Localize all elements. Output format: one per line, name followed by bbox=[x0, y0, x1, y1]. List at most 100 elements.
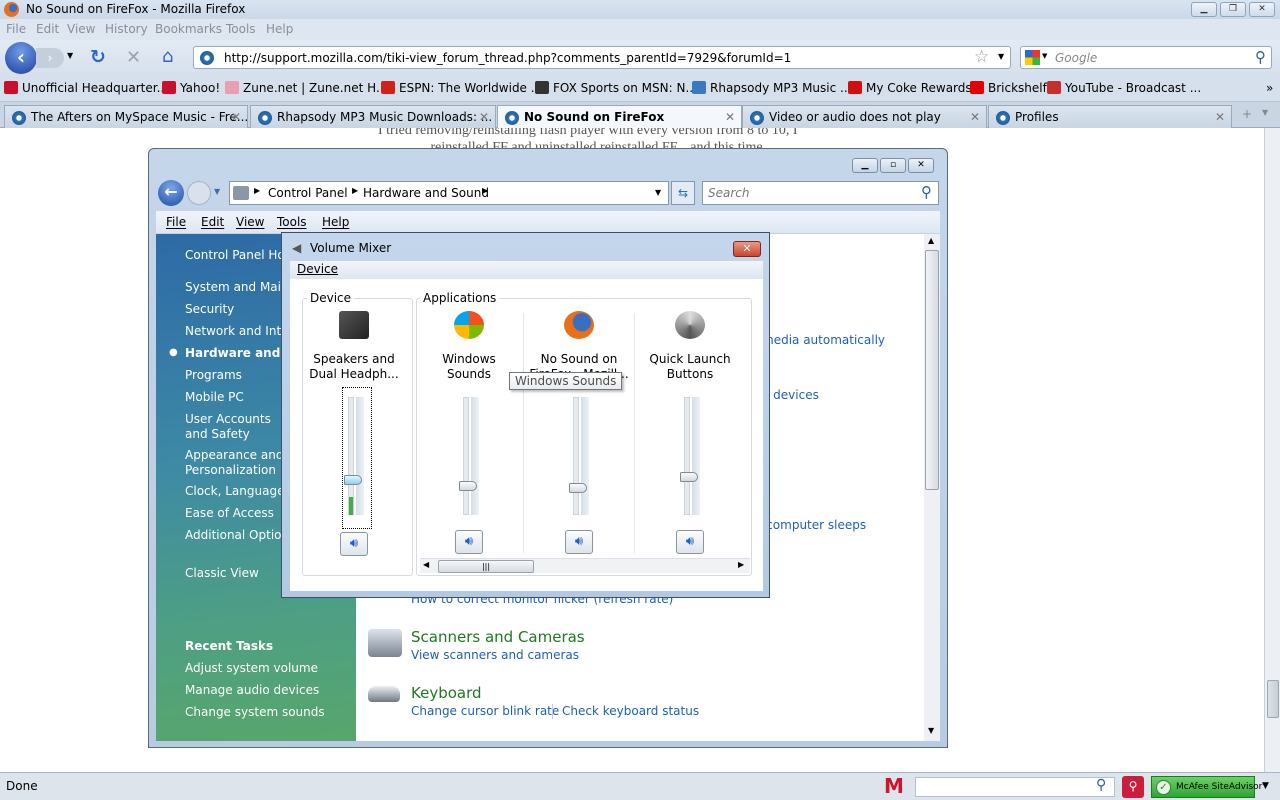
mcafee-siteadvisor-button[interactable]: ✓ McAfee SiteAdvisor bbox=[1151, 776, 1262, 798]
mixer-close-button[interactable]: ✕ bbox=[733, 241, 761, 257]
recent-task-link[interactable]: Manage audio devices bbox=[185, 683, 355, 698]
mcafee-search-button[interactable]: ⚲ bbox=[1122, 776, 1144, 798]
menu-help[interactable]: Help bbox=[266, 22, 293, 36]
restore-button[interactable]: ❐ bbox=[1220, 2, 1246, 17]
reload-icon[interactable]: ↻ bbox=[90, 46, 106, 68]
keyboard-status-link[interactable]: Check keyboard status bbox=[562, 704, 699, 718]
menu-tools[interactable]: Tools bbox=[226, 22, 256, 36]
home-icon[interactable]: ⌂ bbox=[162, 46, 173, 67]
mute-button[interactable]: 🔊︎ bbox=[455, 530, 483, 554]
mute-button[interactable]: 🔊︎ bbox=[676, 530, 704, 554]
partial-link[interactable]: e computer sleeps bbox=[755, 518, 866, 532]
applications-scrollbar-thumb[interactable]: ||| bbox=[438, 560, 534, 573]
mute-button[interactable]: 🔊︎ bbox=[340, 532, 368, 556]
menu-device[interactable]: Device bbox=[297, 262, 338, 276]
close-button[interactable]: ✕ bbox=[1249, 2, 1275, 17]
tab-close-icon[interactable]: ✕ bbox=[479, 110, 489, 124]
search-icon[interactable]: ⚲ bbox=[921, 183, 932, 201]
explorer-forward-button[interactable] bbox=[187, 181, 211, 205]
address-dropdown-icon[interactable]: ▼ bbox=[655, 188, 661, 197]
tab-close-icon[interactable]: ✕ bbox=[725, 110, 735, 124]
bookmark-item[interactable]: Brickshelf bbox=[970, 81, 1047, 95]
minimize-button[interactable]: ▁ bbox=[1191, 2, 1217, 17]
partial-link[interactable]: media automatically bbox=[762, 333, 885, 347]
menu-file[interactable]: File bbox=[6, 22, 26, 36]
category-scanners-and-cameras[interactable]: Scanners and Cameras bbox=[411, 628, 585, 646]
tab[interactable]: Rhapsody MP3 Music Downloads: ... ✕ bbox=[250, 105, 496, 128]
menu-edit[interactable]: Edit bbox=[201, 215, 224, 229]
volume-slider-track[interactable] bbox=[573, 397, 579, 515]
bookmark-item[interactable]: My Coke Rewards bbox=[848, 81, 972, 95]
history-dropdown-icon[interactable]: ▼ bbox=[67, 51, 73, 60]
new-tab-button[interactable]: + bbox=[1236, 107, 1258, 127]
explorer-scrollbar[interactable]: ▲ ▼ bbox=[924, 234, 940, 741]
view-scanners-link[interactable]: View scanners and cameras bbox=[411, 648, 579, 662]
bookmark-item[interactable]: Zune.net | Zune.net H... bbox=[225, 81, 387, 95]
menu-bookmarks[interactable]: Bookmarks bbox=[155, 22, 222, 36]
partial-link[interactable]: o devices bbox=[762, 388, 819, 402]
category-keyboard[interactable]: Keyboard bbox=[411, 684, 482, 702]
explorer-search-input[interactable]: Search ⚲ bbox=[702, 181, 939, 205]
bookmarks-overflow-icon[interactable]: » bbox=[1266, 81, 1273, 95]
site-identity-icon[interactable] bbox=[200, 51, 214, 65]
tab[interactable]: Profiles ✕ bbox=[988, 105, 1232, 128]
breadcrumb-hardware-and-sound[interactable]: Hardware and Sound bbox=[363, 186, 489, 200]
refresh-icon[interactable]: ⇆ bbox=[671, 181, 695, 205]
mcafee-search-input[interactable]: ⚲ bbox=[915, 777, 1115, 797]
explorer-maximize-button[interactable]: ▫ bbox=[880, 158, 906, 173]
recent-pages-icon[interactable]: ▼ bbox=[214, 187, 220, 196]
applications-scrollbar[interactable]: ◀ ||| ▶ bbox=[420, 558, 750, 573]
breadcrumb-control-panel[interactable]: Control Panel bbox=[268, 186, 348, 200]
volume-slider-track[interactable] bbox=[684, 397, 690, 515]
tab-close-icon[interactable]: ✕ bbox=[231, 110, 241, 124]
menu-help[interactable]: Help bbox=[322, 215, 349, 229]
bookmark-item[interactable]: YouTube - Broadcast ... bbox=[1047, 81, 1201, 95]
forward-button[interactable]: › bbox=[36, 48, 64, 68]
explorer-minimize-button[interactable]: ▁ bbox=[852, 158, 878, 173]
page-scrollbar[interactable] bbox=[1264, 128, 1280, 772]
search-bar[interactable]: ▼ Google ⚲ bbox=[1020, 46, 1272, 69]
stop-icon[interactable]: ✕ bbox=[126, 47, 141, 68]
volume-slider-thumb[interactable] bbox=[459, 480, 477, 491]
google-icon[interactable] bbox=[1025, 50, 1040, 65]
menu-history[interactable]: History bbox=[105, 22, 148, 36]
url-dropdown-icon[interactable]: ▼ bbox=[998, 52, 1004, 61]
bookmark-item[interactable]: Rhapsody MP3 Music ... bbox=[692, 81, 851, 95]
search-placeholder[interactable]: Google bbox=[1055, 51, 1097, 65]
explorer-back-button[interactable]: ← bbox=[158, 180, 184, 206]
tab[interactable]: Video or audio does not play ✕ bbox=[742, 105, 987, 128]
engine-dropdown-icon[interactable]: ▼ bbox=[1042, 52, 1047, 60]
page-scrollbar-thumb[interactable] bbox=[1267, 680, 1279, 718]
volume-slider-thumb[interactable] bbox=[680, 472, 698, 483]
tab-close-icon[interactable]: ✕ bbox=[1215, 110, 1225, 124]
volume-slider-track[interactable] bbox=[463, 397, 469, 515]
menu-edit[interactable]: Edit bbox=[36, 22, 59, 36]
search-icon[interactable]: ⚲ bbox=[1255, 48, 1266, 66]
menu-file[interactable]: File bbox=[166, 215, 186, 229]
explorer-close-button[interactable]: ✕ bbox=[908, 158, 934, 173]
siteadvisor-dropdown-icon[interactable]: ▼ bbox=[1262, 781, 1269, 791]
sidebar-item[interactable]: Appearance and Personalization bbox=[185, 448, 290, 478]
bookmark-star-icon[interactable]: ☆ bbox=[974, 47, 989, 67]
mcafee-logo-icon[interactable]: M bbox=[884, 774, 904, 798]
tab[interactable]: The Afters on MySpace Music - Fre... ✕ bbox=[4, 105, 248, 128]
recent-task-link[interactable]: Adjust system volume bbox=[185, 661, 355, 676]
url-text[interactable]: http://support.mozilla.com/tiki-view_for… bbox=[224, 51, 791, 65]
volume-slider-thumb[interactable] bbox=[569, 482, 587, 493]
bookmark-item[interactable]: FOX Sports on MSN: N... bbox=[535, 81, 697, 95]
recent-task-link[interactable]: Change system sounds bbox=[185, 705, 355, 720]
address-bar[interactable]: ▶ Control Panel ▶ Hardware and Sound ▶ ▼ bbox=[229, 181, 669, 205]
search-icon[interactable]: ⚲ bbox=[1096, 777, 1106, 793]
sidebar-item[interactable]: User Accounts and Safety bbox=[185, 412, 290, 442]
tab-close-icon[interactable]: ✕ bbox=[970, 110, 980, 124]
bookmark-item[interactable]: ESPN: The Worldwide ... bbox=[381, 81, 542, 95]
explorer-scrollbar-thumb[interactable] bbox=[925, 250, 939, 490]
menu-tools[interactable]: Tools bbox=[277, 215, 307, 229]
tab[interactable]: No Sound on FireFox ✕ bbox=[497, 105, 742, 129]
tab-list-icon[interactable]: ▼ bbox=[1262, 108, 1268, 117]
menu-view[interactable]: View bbox=[67, 22, 95, 36]
url-bar[interactable]: http://support.mozilla.com/tiki-view_for… bbox=[193, 46, 1011, 69]
menu-view[interactable]: View bbox=[236, 215, 264, 229]
volume-slider-thumb[interactable] bbox=[344, 474, 362, 485]
mute-button[interactable]: 🔊︎ bbox=[565, 530, 593, 554]
